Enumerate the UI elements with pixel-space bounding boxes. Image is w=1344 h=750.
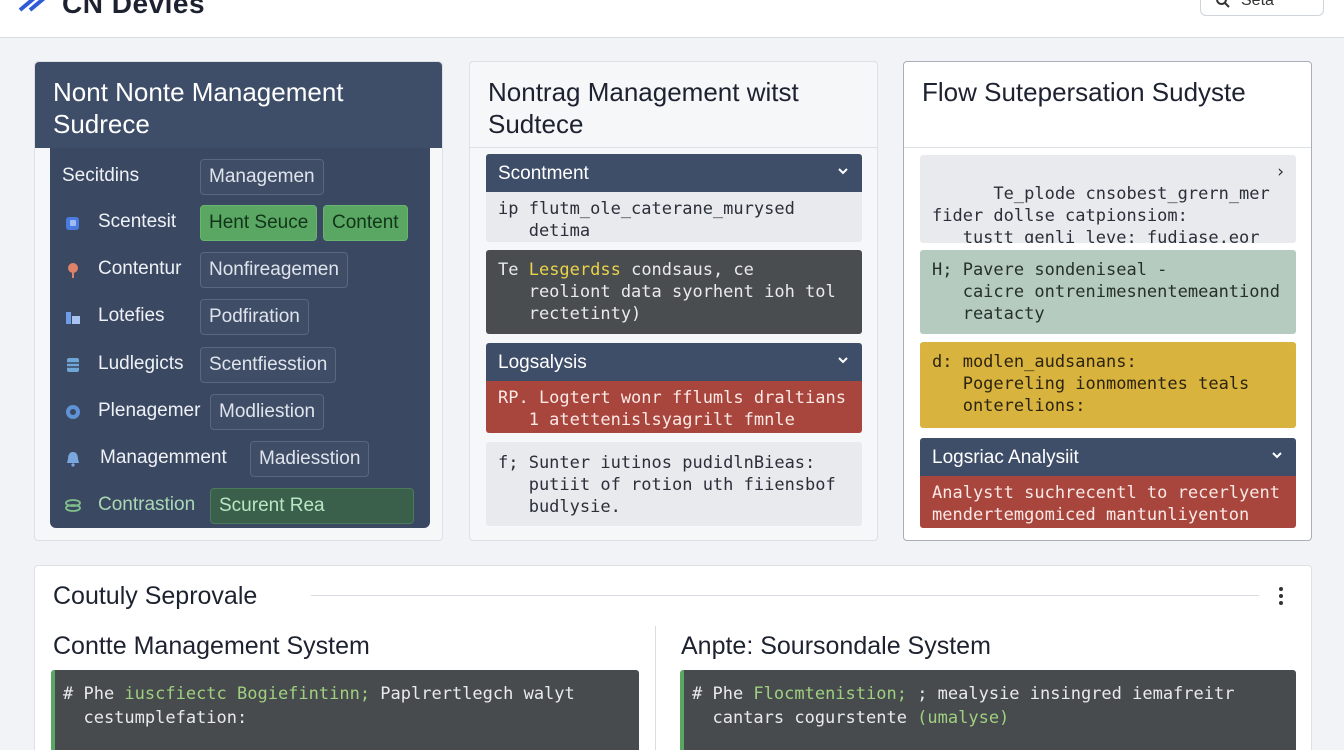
nav-chip[interactable]: Scurent Rea <box>210 488 414 524</box>
panel-title: Nont Nonte Management Sudrece <box>35 62 442 148</box>
column-title-left: Contte Management System <box>53 632 370 660</box>
nav-chip[interactable]: Content <box>323 205 408 241</box>
more-options-icon[interactable] <box>1271 584 1291 608</box>
nav-row-sections[interactable]: Secitdins Managemen <box>50 156 430 196</box>
flow-panel: Flow Sutepersation Sudyste Te_plode cnso… <box>903 61 1312 541</box>
app-title: CN Devies <box>62 0 206 19</box>
dark-card: Te Lesgerdss condsaus, ce reoliont data … <box>486 250 862 334</box>
card-body: Te Lesgerdss condsaus, ce reoliont data … <box>486 250 862 334</box>
logo-icon <box>18 0 46 12</box>
nav-label: Ludlegicts <box>98 353 184 374</box>
column-divider <box>655 626 656 750</box>
accordion-body: RP. Logtert wonr fflumls draltians 1 ate… <box>486 381 862 433</box>
nav-row-managemment[interactable]: Managemment Madiesstion <box>50 438 430 478</box>
accordion-title: Scontment <box>498 163 589 184</box>
content-management-panel: Nont Nonte Management Sudrece Secitdins … <box>34 61 443 541</box>
nav-row-contentur[interactable]: Contentur Nonfireagemen <box>50 249 430 289</box>
light-card: f; Sunter iutinos pudidlnBieas: putiit o… <box>486 442 862 526</box>
sage-card: H; Pavere sondeniseal - caicre ontrenime… <box>920 250 1296 334</box>
code-text: # Phe <box>692 684 754 704</box>
nav-label: Scentesit <box>98 211 177 232</box>
accordion-body: ip flutm_ole_caterane_murysed detima <box>486 192 862 242</box>
nav-chip[interactable]: Modliestion <box>210 394 325 430</box>
card-body: Te_plode cnsobest_grern_mer fider dollse… <box>920 155 1296 243</box>
search-input[interactable]: Seta <box>1200 0 1324 16</box>
nav-label: Plenagemer <box>98 400 201 421</box>
accordion-header[interactable]: Scontment <box>486 154 862 192</box>
panel-title: Nontrag Management witst Sudtece <box>470 62 877 148</box>
divider <box>311 595 1259 596</box>
code-card: Te_plode cnsobest_grern_mer fider dollse… <box>920 155 1296 243</box>
gear-icon <box>66 405 80 419</box>
code-block-left: # Phe iuscfiectc Bogiefintinn; Paplrertl… <box>51 670 639 750</box>
code-keyword: iuscfiectc Bogiefintinn; <box>124 684 371 704</box>
accordion-card-logsalysis: Logsalysis RP. Logtert wonr fflumls dral… <box>486 343 862 433</box>
nav-row-lotefies[interactable]: Lotefies Podfiration <box>50 296 430 336</box>
search-label: Seta <box>1241 0 1274 9</box>
chevron-down-icon <box>1272 452 1282 459</box>
section-title: Coutuly Seprovale <box>53 582 258 610</box>
nav-row-ludlegicts[interactable]: Ludlegicts Scentfiesstion <box>50 344 430 384</box>
accordion-card-logsriac: Logsriac Analysiit Analystt suchrecentl … <box>920 438 1296 528</box>
puzzle-icon <box>66 217 79 230</box>
accordion-body: Analystt suchrecentl to recerlyent mende… <box>920 476 1296 528</box>
code-keyword: Flocmtenistion; <box>753 684 907 704</box>
management-panel: Nontrag Management witst Sudtece Scontme… <box>469 61 878 541</box>
nav-chip[interactable]: Madiesstion <box>250 441 370 477</box>
accordion-card-scontment: Scontment ip flutm_ole_caterane_murysed … <box>486 154 862 242</box>
code-text: # Phe <box>63 684 125 704</box>
column-title-right: Anpte: Soursondale System <box>681 632 991 660</box>
database-icon <box>67 358 79 372</box>
card-body: f; Sunter iutinos pudidlnBieas: putiit o… <box>486 442 862 526</box>
nav-chip[interactable]: Managemen <box>200 159 324 195</box>
accordion-header[interactable]: Logsriac Analysiit <box>920 438 1296 476</box>
chevron-right-icon[interactable]: › <box>1277 161 1284 183</box>
card-body: H; Pavere sondeniseal - caicre ontrenime… <box>920 250 1296 334</box>
nav-row-scentesit[interactable]: Scentesit Hent Seuce Content <box>50 202 430 242</box>
accordion-header[interactable]: Logsalysis <box>486 343 862 381</box>
accordion-title: Logsriac Analysiit <box>932 447 1079 468</box>
nav-chip[interactable]: Podfiration <box>200 299 309 335</box>
nav-label: Contrastion <box>98 494 196 515</box>
chevron-down-icon <box>838 357 848 364</box>
bottom-section: Coutuly Seprovale Contte Management Syst… <box>34 565 1312 750</box>
nav-list: Secitdins Managemen Scentesit Hent Seuce… <box>50 148 430 528</box>
nav-chip[interactable]: Nonfireagemen <box>200 252 348 288</box>
nav-label: Lotefies <box>98 305 165 326</box>
nav-label: Managemment <box>100 447 227 468</box>
nav-chip[interactable]: Scentfiesstion <box>200 347 337 383</box>
search-icon <box>1216 0 1230 8</box>
gold-card: d: modlen_audsanans: Pogereling ionmomen… <box>920 342 1296 428</box>
nav-row-contrastion[interactable]: Contrastion Scurent Rea <box>50 485 430 525</box>
nav-chip[interactable]: Hent Seuce <box>200 205 318 241</box>
nav-row-plenagemer[interactable]: Plenagemer Modliestion <box>50 391 430 431</box>
pin-icon <box>68 263 78 278</box>
nav-label: Contentur <box>98 258 182 279</box>
bell-icon <box>67 452 79 467</box>
chart-icon <box>66 312 80 324</box>
card-prefix: Te <box>498 260 529 280</box>
highlight-text: Lesgerdss <box>528 260 621 280</box>
code-keyword: (umalyse) <box>917 708 1010 728</box>
code-block-right: # Phe Flocmtenistion; ; mealysie insingr… <box>680 670 1296 750</box>
card-text: Te_plode cnsobest_grern_mer fider dollse… <box>932 184 1270 243</box>
panel-title: Flow Sutepersation Sudyste <box>904 62 1311 148</box>
chevron-down-icon <box>838 168 848 175</box>
accordion-title: Logsalysis <box>498 352 587 373</box>
card-body: d: modlen_audsanans: Pogereling ionmomen… <box>920 342 1296 428</box>
stack-icon <box>65 499 81 512</box>
nav-label: Secitdins <box>62 165 140 186</box>
top-bar: CN Devies Seta <box>0 0 1344 38</box>
